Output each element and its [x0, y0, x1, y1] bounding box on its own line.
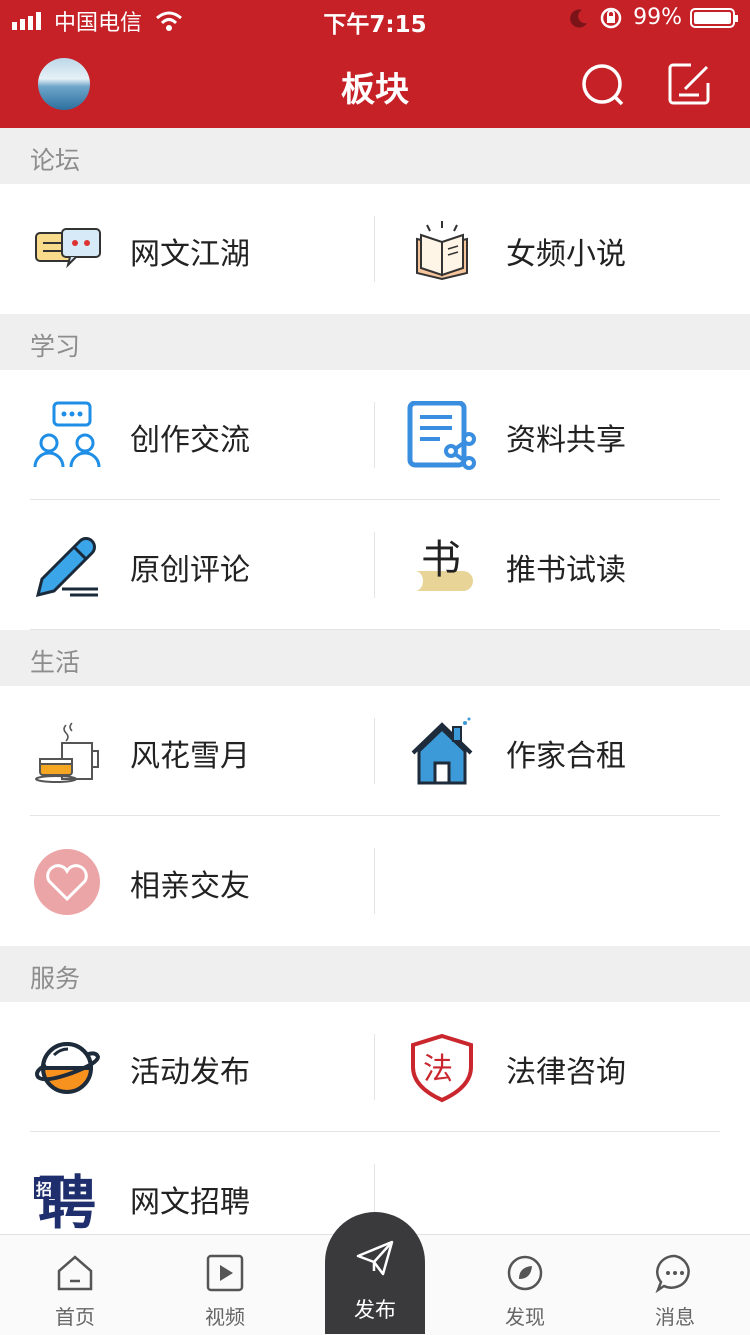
tab-label: 发现	[505, 1305, 545, 1329]
board-yuanchuang[interactable]: 原创评论	[0, 500, 375, 630]
board-ziliao[interactable]: 资料共享	[375, 370, 750, 500]
open-book-icon	[416, 221, 468, 281]
board-label: 网文江湖	[130, 237, 250, 272]
tea-cup-icon	[35, 722, 99, 783]
rotation-lock-icon	[600, 7, 622, 28]
board-wenjianghu[interactable]: 网文江湖	[0, 184, 375, 314]
recruit-icon: 聘 招	[34, 1169, 96, 1233]
section-label: 论坛	[30, 146, 81, 175]
battery-percent: 99%	[633, 5, 682, 30]
row: 原创评论 书 推书试读	[0, 500, 750, 630]
chat-bubbles-icon	[35, 228, 101, 269]
shield-law-icon: 法	[411, 1033, 473, 1103]
board-tuishu[interactable]: 书 推书试读	[375, 500, 750, 630]
section-label: 服务	[30, 964, 81, 993]
tab-discover[interactable]: 发现	[450, 1235, 600, 1335]
icon-glyph: 书	[421, 537, 461, 583]
board-xiangqin[interactable]: 相亲交友	[0, 816, 375, 946]
edit-icon[interactable]	[667, 61, 713, 107]
board-huodong[interactable]: 活动发布	[0, 1002, 375, 1132]
paper-plane-icon	[356, 1240, 394, 1276]
book-character-icon: 书	[415, 537, 473, 591]
status-right: 99%	[569, 5, 740, 30]
board-nvpin[interactable]: 女频小说	[375, 184, 750, 314]
heart-icon	[34, 849, 100, 915]
page-title: 板块	[341, 70, 409, 110]
tab-home[interactable]: 首页	[0, 1235, 150, 1335]
row: 活动发布 法 法律咨询	[0, 1002, 750, 1132]
search-icon[interactable]	[580, 62, 626, 108]
house-icon	[411, 717, 473, 785]
battery-icon	[690, 7, 738, 28]
row: 相亲交友	[0, 816, 750, 946]
section-label: 生活	[30, 648, 81, 677]
board-label: 活动发布	[130, 1055, 250, 1090]
board-label: 资料共享	[506, 423, 626, 458]
divider	[374, 848, 375, 914]
board-label: 法律咨询	[506, 1055, 626, 1090]
icon-glyph: 招	[36, 1180, 52, 1199]
row: 创作交流 资料共享	[0, 370, 750, 500]
pen-icon	[35, 537, 98, 598]
publish-label: 发布	[354, 1298, 396, 1322]
tab-label: 消息	[655, 1305, 695, 1329]
board-label: 女频小说	[506, 237, 626, 272]
discover-icon	[507, 1255, 543, 1291]
section-forum: 论坛	[0, 128, 750, 184]
moon-icon	[570, 9, 588, 28]
board-label: 推书试读	[506, 553, 626, 588]
board-chuangzuo[interactable]: 创作交流	[0, 370, 375, 500]
section-life: 生活	[0, 630, 750, 686]
tab-video[interactable]: 视频	[150, 1235, 300, 1335]
message-icon	[655, 1254, 690, 1293]
board-fenghua[interactable]: 风花雪月	[0, 686, 375, 816]
board-label: 原创评论	[130, 553, 250, 588]
video-icon	[206, 1254, 244, 1292]
section-label: 学习	[30, 332, 81, 361]
document-share-icon	[407, 401, 476, 470]
board-label: 风花雪月	[130, 739, 250, 774]
planet-icon	[35, 1042, 101, 1094]
tab-label: 视频	[205, 1305, 245, 1329]
icon-glyph: 法	[423, 1052, 453, 1087]
board-label: 网文招聘	[130, 1185, 250, 1220]
board-hezu[interactable]: 作家合租	[375, 686, 750, 816]
publish-button[interactable]: 发布	[325, 1212, 425, 1334]
status-bar: 中国电信 下午7:15 99%	[0, 0, 750, 40]
section-study: 学习	[0, 314, 750, 370]
row: 网文江湖 女频小说	[0, 184, 750, 314]
tab-label: 首页	[55, 1305, 95, 1329]
board-falv[interactable]: 法 法律咨询	[375, 1002, 750, 1132]
row: 风花雪月 作家合租	[0, 686, 750, 816]
board-label: 相亲交友	[130, 869, 250, 904]
board-label: 创作交流	[130, 423, 250, 458]
section-service: 服务	[0, 946, 750, 1002]
people-chat-icon	[33, 401, 101, 468]
tab-message[interactable]: 消息	[600, 1235, 750, 1335]
board-label: 作家合租	[506, 739, 626, 774]
app-header: 中国电信 下午7:15 99% 板块	[0, 0, 750, 128]
home-icon	[57, 1255, 93, 1291]
